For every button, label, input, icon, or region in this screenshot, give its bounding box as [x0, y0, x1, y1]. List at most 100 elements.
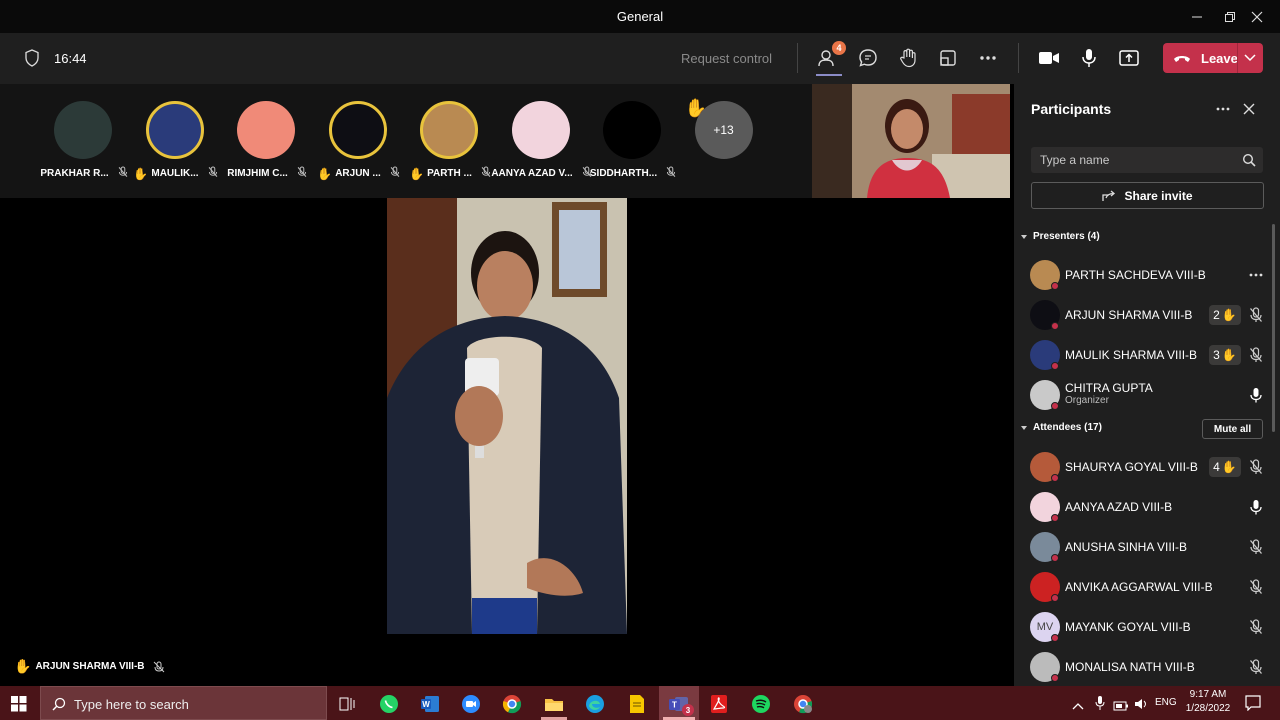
windows-start-icon[interactable]: [2, 690, 36, 718]
mic-muted-icon[interactable]: [1248, 579, 1264, 595]
panel-scrollbar[interactable]: [1272, 224, 1275, 432]
avatar: [54, 101, 112, 159]
caret-down-icon: [1021, 425, 1027, 430]
speaker-icon[interactable]: [1134, 697, 1150, 715]
raised-hand-icon: ✋: [1221, 460, 1237, 474]
word-icon[interactable]: W: [413, 690, 447, 718]
hand-order: 3: [1213, 348, 1220, 362]
spotify-icon[interactable]: [744, 690, 778, 718]
more-participants-tile[interactable]: +13 ✋: [679, 84, 771, 198]
battery-icon[interactable]: [1113, 698, 1129, 716]
tile-name: MAULIK...: [151, 168, 199, 179]
participant-strip: PRAKHAR R... ✋ MAULIK... RIMJHIM C... ✋ ARJUN…: [0, 84, 812, 198]
zoom-icon[interactable]: [454, 690, 488, 718]
input-language[interactable]: ENG: [1155, 697, 1177, 708]
chat-icon[interactable]: [854, 45, 882, 71]
title-bar: General: [0, 0, 1280, 33]
presence-indicator: [1051, 402, 1059, 410]
tile-name: PRAKHAR R...: [40, 168, 109, 179]
more-options-icon[interactable]: [974, 45, 1002, 71]
participant-row[interactable]: AANYA AZAD VIII-B: [1014, 487, 1280, 527]
camera-icon[interactable]: [1035, 45, 1063, 71]
panel-title: Participants: [1031, 101, 1112, 117]
participant-row[interactable]: PARTH SACHDEVA VIII-B: [1014, 255, 1280, 295]
avatar: [237, 101, 295, 159]
participant-row[interactable]: ARJUN SHARMA VIII-B 2 ✋: [1014, 295, 1280, 335]
avatar: [420, 101, 478, 159]
participant-row[interactable]: SHAURYA GOYAL VIII-B 4 ✋: [1014, 447, 1280, 487]
participant-tile[interactable]: RIMJHIM C...: [221, 84, 313, 198]
taskbar-clock[interactable]: 9:17 AM 1/28/2022: [1182, 688, 1234, 716]
search-icon: [1242, 153, 1256, 167]
attendees-section-header[interactable]: Attendees (17): [1020, 422, 1102, 433]
teams-icon[interactable]: T 3: [662, 690, 696, 718]
participants-panel: Participants Type a name Share invite Pr…: [1014, 84, 1280, 686]
acrobat-icon[interactable]: [702, 690, 736, 718]
active-indicator: [816, 74, 842, 76]
main-video-stage: ✋ ARJUN SHARMA VIII-B: [4, 198, 1010, 684]
self-video-preview[interactable]: [812, 84, 1010, 198]
mute-all-button[interactable]: Mute all: [1202, 419, 1263, 439]
participant-tile[interactable]: ✋ PARTH ...: [404, 84, 496, 198]
participant-row[interactable]: MAULIK SHARMA VIII-B 3 ✋: [1014, 335, 1280, 375]
close-panel-icon[interactable]: [1243, 103, 1255, 115]
participant-tile[interactable]: AANYA AZAD V...: [491, 84, 591, 198]
mic-muted-icon[interactable]: [1248, 307, 1264, 323]
mic-muted-icon[interactable]: [1248, 619, 1264, 635]
request-control-button[interactable]: Request control: [681, 51, 772, 66]
participant-row[interactable]: CHITRA GUPTA Organizer: [1014, 375, 1280, 415]
chrome-icon[interactable]: [495, 690, 529, 718]
tray-mic-icon[interactable]: [1095, 695, 1105, 716]
participant-name: MAULIK SHARMA VIII-B: [1065, 348, 1198, 362]
microphone-icon[interactable]: [1075, 45, 1103, 71]
participant-role: Organizer: [1065, 395, 1109, 406]
view-layout-icon[interactable]: [934, 45, 962, 71]
participant-name: ANVIKA AGGARWAL VIII-B: [1065, 580, 1213, 594]
microphone-icon[interactable]: [1248, 499, 1264, 515]
mic-muted-icon[interactable]: [1248, 459, 1264, 475]
participant-name: AANYA AZAD VIII-B: [1065, 500, 1173, 514]
sticky-notes-icon[interactable]: [620, 690, 654, 718]
avatar: [328, 101, 387, 159]
task-view-icon[interactable]: [330, 690, 364, 718]
close-window-icon[interactable]: [1234, 0, 1280, 33]
tray-chevron-icon[interactable]: [1072, 697, 1084, 715]
participant-row[interactable]: ANVIKA AGGARWAL VIII-B: [1014, 567, 1280, 607]
participant-tile[interactable]: SIDDHARTH...: [587, 84, 679, 198]
participant-search-input[interactable]: Type a name: [1031, 147, 1263, 173]
participant-row[interactable]: ANUSHA SINHA VIII-B: [1014, 527, 1280, 567]
panel-more-icon[interactable]: [1216, 107, 1230, 111]
mic-muted-icon[interactable]: [1248, 539, 1264, 555]
mic-muted-icon[interactable]: [1248, 347, 1264, 363]
speaker-label: ✋ ARJUN SHARMA VIII-B: [14, 658, 165, 675]
share-screen-icon[interactable]: [1115, 45, 1143, 71]
participant-row[interactable]: MV MAYANK GOYAL VIII-B: [1014, 607, 1280, 647]
leave-button[interactable]: Leave: [1163, 43, 1263, 73]
microphone-icon[interactable]: [1248, 387, 1264, 403]
taskbar-search-box[interactable]: Type here to search: [40, 686, 327, 720]
mic-muted-icon: [666, 166, 676, 181]
participants-button[interactable]: 4: [814, 41, 846, 76]
tile-name: PARTH ...: [427, 168, 472, 179]
row-more-icon[interactable]: [1248, 267, 1264, 283]
tile-name: AANYA AZAD V...: [491, 168, 573, 179]
participant-row[interactable]: MONALISA NATH VIII-B: [1014, 647, 1280, 687]
participant-tile[interactable]: PRAKHAR R...: [38, 84, 130, 198]
tile-name: SIDDHARTH...: [589, 168, 658, 179]
raise-hand-icon[interactable]: [894, 45, 922, 71]
file-explorer-icon[interactable]: [537, 690, 571, 718]
whatsapp-icon[interactable]: [372, 690, 406, 718]
share-invite-button[interactable]: Share invite: [1031, 182, 1264, 209]
raised-hand-icon: ✋: [133, 166, 149, 181]
attendees-header: Attendees (17): [1033, 422, 1102, 433]
avatar: [603, 101, 661, 159]
notification-center-icon[interactable]: [1245, 695, 1261, 716]
windows-taskbar: Type here to search W T 3 ENG 9:17 AM 1/…: [0, 686, 1280, 720]
presenters-section-header[interactable]: Presenters (4): [1020, 231, 1100, 242]
edge-icon[interactable]: [578, 690, 612, 718]
meeting-timer: 16:44: [54, 51, 87, 66]
participant-tile[interactable]: ✋ ARJUN ...: [313, 84, 405, 198]
chrome-profile-icon[interactable]: [786, 690, 820, 718]
participant-tile[interactable]: ✋ MAULIK...: [130, 84, 222, 198]
mic-muted-icon[interactable]: [1248, 659, 1264, 675]
